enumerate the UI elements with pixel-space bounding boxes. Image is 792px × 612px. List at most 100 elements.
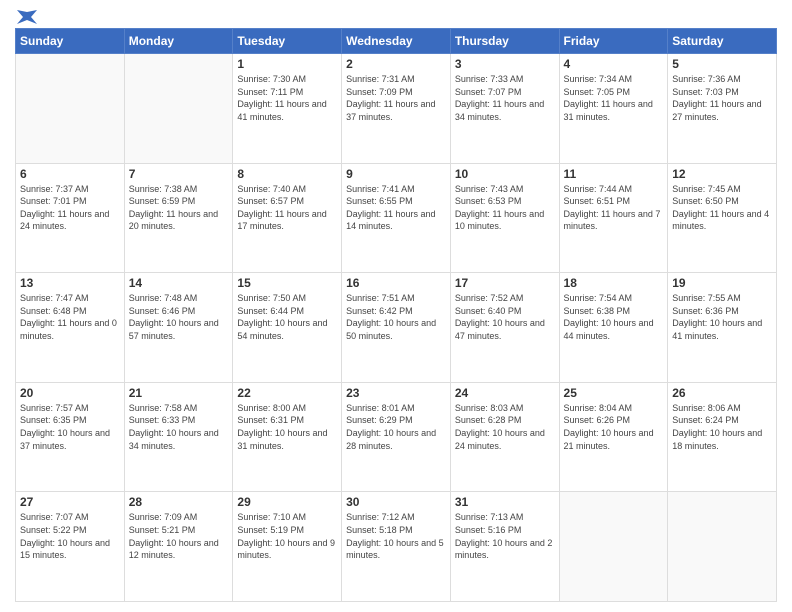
day-info: Sunrise: 7:12 AMSunset: 5:18 PMDaylight:… (346, 511, 446, 561)
day-info: Sunrise: 7:10 AMSunset: 5:19 PMDaylight:… (237, 511, 337, 561)
calendar-cell: 4 Sunrise: 7:34 AMSunset: 7:05 PMDaylight… (559, 54, 668, 164)
calendar-cell (16, 54, 125, 164)
day-info: Sunrise: 8:03 AMSunset: 6:28 PMDaylight:… (455, 402, 555, 452)
calendar-cell: 31Sunrise: 7:13 AMSunset: 5:16 PMDayligh… (450, 492, 559, 602)
calendar-cell: 11 Sunrise: 7:44 AMSunset: 6:51 PMDayligh… (559, 163, 668, 273)
day-info: Sunrise: 7:57 AMSunset: 6:35 PMDaylight:… (20, 402, 120, 452)
day-number: 2 (346, 57, 446, 71)
calendar-cell: 13 Sunrise: 7:47 AMSunset: 6:48 PMDayligh… (16, 273, 125, 383)
day-number: 4 (564, 57, 664, 71)
calendar-week-row: 20 Sunrise: 7:57 AMSunset: 6:35 PMDayligh… (16, 382, 777, 492)
day-number: 16 (346, 276, 446, 290)
day-info: Sunrise: 7:47 AMSunset: 6:48 PMDaylight:… (20, 292, 120, 342)
day-info: Sunrise: 8:01 AMSunset: 6:29 PMDaylight:… (346, 402, 446, 452)
day-number: 9 (346, 167, 446, 181)
calendar-cell: 12 Sunrise: 7:45 AMSunset: 6:50 PMDayligh… (668, 163, 777, 273)
day-info: Sunrise: 8:04 AMSunset: 6:26 PMDaylight:… (564, 402, 664, 452)
calendar-cell: 23Sunrise: 8:01 AMSunset: 6:29 PMDayligh… (342, 382, 451, 492)
day-of-week-header: Tuesday (233, 29, 342, 54)
calendar-cell: 29 Sunrise: 7:10 AMSunset: 5:19 PMDayligh… (233, 492, 342, 602)
day-number: 5 (672, 57, 772, 71)
calendar-cell: 17Sunrise: 7:52 AMSunset: 6:40 PMDayligh… (450, 273, 559, 383)
calendar-cell: 7Sunrise: 7:38 AMSunset: 6:59 PMDaylight… (124, 163, 233, 273)
day-number: 22 (237, 386, 337, 400)
calendar-cell: 8Sunrise: 7:40 AMSunset: 6:57 PMDaylight… (233, 163, 342, 273)
day-number: 6 (20, 167, 120, 181)
day-number: 24 (455, 386, 555, 400)
header (15, 10, 777, 20)
day-number: 27 (20, 495, 120, 509)
day-info: Sunrise: 7:36 AMSunset: 7:03 PMDaylight:… (672, 73, 772, 123)
calendar-cell: 9 Sunrise: 7:41 AMSunset: 6:55 PMDaylight… (342, 163, 451, 273)
calendar-cell: 10 Sunrise: 7:43 AMSunset: 6:53 PMDayligh… (450, 163, 559, 273)
calendar-cell: 21 Sunrise: 7:58 AMSunset: 6:33 PMDayligh… (124, 382, 233, 492)
day-of-week-header: Saturday (668, 29, 777, 54)
logo-bird-icon (17, 10, 37, 24)
day-number: 25 (564, 386, 664, 400)
page: SundayMondayTuesdayWednesdayThursdayFrid… (0, 0, 792, 612)
day-info: Sunrise: 8:06 AMSunset: 6:24 PMDaylight:… (672, 402, 772, 452)
day-info: Sunrise: 7:37 AMSunset: 7:01 PMDaylight:… (20, 183, 120, 233)
day-info: Sunrise: 7:07 AMSunset: 5:22 PMDaylight:… (20, 511, 120, 561)
calendar-cell: 18 Sunrise: 7:54 AMSunset: 6:38 PMDayligh… (559, 273, 668, 383)
day-of-week-header: Wednesday (342, 29, 451, 54)
day-number: 21 (129, 386, 229, 400)
day-of-week-header: Friday (559, 29, 668, 54)
calendar-header-row: SundayMondayTuesdayWednesdayThursdayFrid… (16, 29, 777, 54)
day-info: Sunrise: 7:48 AMSunset: 6:46 PMDaylight:… (129, 292, 229, 342)
calendar-cell: 27 Sunrise: 7:07 AMSunset: 5:22 PMDayligh… (16, 492, 125, 602)
day-info: Sunrise: 7:54 AMSunset: 6:38 PMDaylight:… (564, 292, 664, 342)
day-of-week-header: Sunday (16, 29, 125, 54)
day-info: Sunrise: 7:09 AMSunset: 5:21 PMDaylight:… (129, 511, 229, 561)
calendar-cell: 25 Sunrise: 8:04 AMSunset: 6:26 PMDayligh… (559, 382, 668, 492)
day-info: Sunrise: 7:44 AMSunset: 6:51 PMDaylight:… (564, 183, 664, 233)
calendar-cell: 1 Sunrise: 7:30 AMSunset: 7:11 PMDaylight… (233, 54, 342, 164)
calendar-cell: 2 Sunrise: 7:31 AMSunset: 7:09 PMDaylight… (342, 54, 451, 164)
day-number: 18 (564, 276, 664, 290)
day-number: 10 (455, 167, 555, 181)
calendar-cell (559, 492, 668, 602)
day-number: 8 (237, 167, 337, 181)
day-number: 20 (20, 386, 120, 400)
calendar-cell: 20 Sunrise: 7:57 AMSunset: 6:35 PMDayligh… (16, 382, 125, 492)
calendar-cell: 28Sunrise: 7:09 AMSunset: 5:21 PMDayligh… (124, 492, 233, 602)
day-info: Sunrise: 7:31 AMSunset: 7:09 PMDaylight:… (346, 73, 446, 123)
day-number: 15 (237, 276, 337, 290)
calendar-cell: 16 Sunrise: 7:51 AMSunset: 6:42 PMDayligh… (342, 273, 451, 383)
day-info: Sunrise: 7:30 AMSunset: 7:11 PMDaylight:… (237, 73, 337, 123)
calendar-cell: 26 Sunrise: 8:06 AMSunset: 6:24 PMDayligh… (668, 382, 777, 492)
calendar-cell: 14 Sunrise: 7:48 AMSunset: 6:46 PMDayligh… (124, 273, 233, 383)
calendar-cell: 30 Sunrise: 7:12 AMSunset: 5:18 PMDayligh… (342, 492, 451, 602)
day-info: Sunrise: 7:52 AMSunset: 6:40 PMDaylight:… (455, 292, 555, 342)
calendar-table: SundayMondayTuesdayWednesdayThursdayFrid… (15, 28, 777, 602)
day-number: 14 (129, 276, 229, 290)
day-number: 3 (455, 57, 555, 71)
calendar-week-row: 27 Sunrise: 7:07 AMSunset: 5:22 PMDayligh… (16, 492, 777, 602)
day-info: Sunrise: 7:58 AMSunset: 6:33 PMDaylight:… (129, 402, 229, 452)
day-info: Sunrise: 7:55 AMSunset: 6:36 PMDaylight:… (672, 292, 772, 342)
day-number: 11 (564, 167, 664, 181)
day-number: 30 (346, 495, 446, 509)
day-info: Sunrise: 7:34 AMSunset: 7:05 PMDaylight:… (564, 73, 664, 123)
day-number: 13 (20, 276, 120, 290)
day-number: 19 (672, 276, 772, 290)
day-number: 1 (237, 57, 337, 71)
day-info: Sunrise: 7:50 AMSunset: 6:44 PMDaylight:… (237, 292, 337, 342)
day-info: Sunrise: 7:51 AMSunset: 6:42 PMDaylight:… (346, 292, 446, 342)
day-info: Sunrise: 7:33 AMSunset: 7:07 PMDaylight:… (455, 73, 555, 123)
day-info: Sunrise: 7:43 AMSunset: 6:53 PMDaylight:… (455, 183, 555, 233)
logo (15, 10, 39, 20)
day-number: 31 (455, 495, 555, 509)
day-number: 29 (237, 495, 337, 509)
calendar-cell: 3 Sunrise: 7:33 AMSunset: 7:07 PMDaylight… (450, 54, 559, 164)
day-info: Sunrise: 7:45 AMSunset: 6:50 PMDaylight:… (672, 183, 772, 233)
calendar-cell: 22 Sunrise: 8:00 AMSunset: 6:31 PMDayligh… (233, 382, 342, 492)
calendar-cell: 15 Sunrise: 7:50 AMSunset: 6:44 PMDayligh… (233, 273, 342, 383)
day-info: Sunrise: 7:41 AMSunset: 6:55 PMDaylight:… (346, 183, 446, 233)
calendar-week-row: 13 Sunrise: 7:47 AMSunset: 6:48 PMDayligh… (16, 273, 777, 383)
calendar-cell: 6 Sunrise: 7:37 AMSunset: 7:01 PMDaylight… (16, 163, 125, 273)
day-number: 26 (672, 386, 772, 400)
day-info: Sunrise: 8:00 AMSunset: 6:31 PMDaylight:… (237, 402, 337, 452)
day-number: 12 (672, 167, 772, 181)
day-info: Sunrise: 7:38 AMSunset: 6:59 PMDaylight:… (129, 183, 229, 233)
